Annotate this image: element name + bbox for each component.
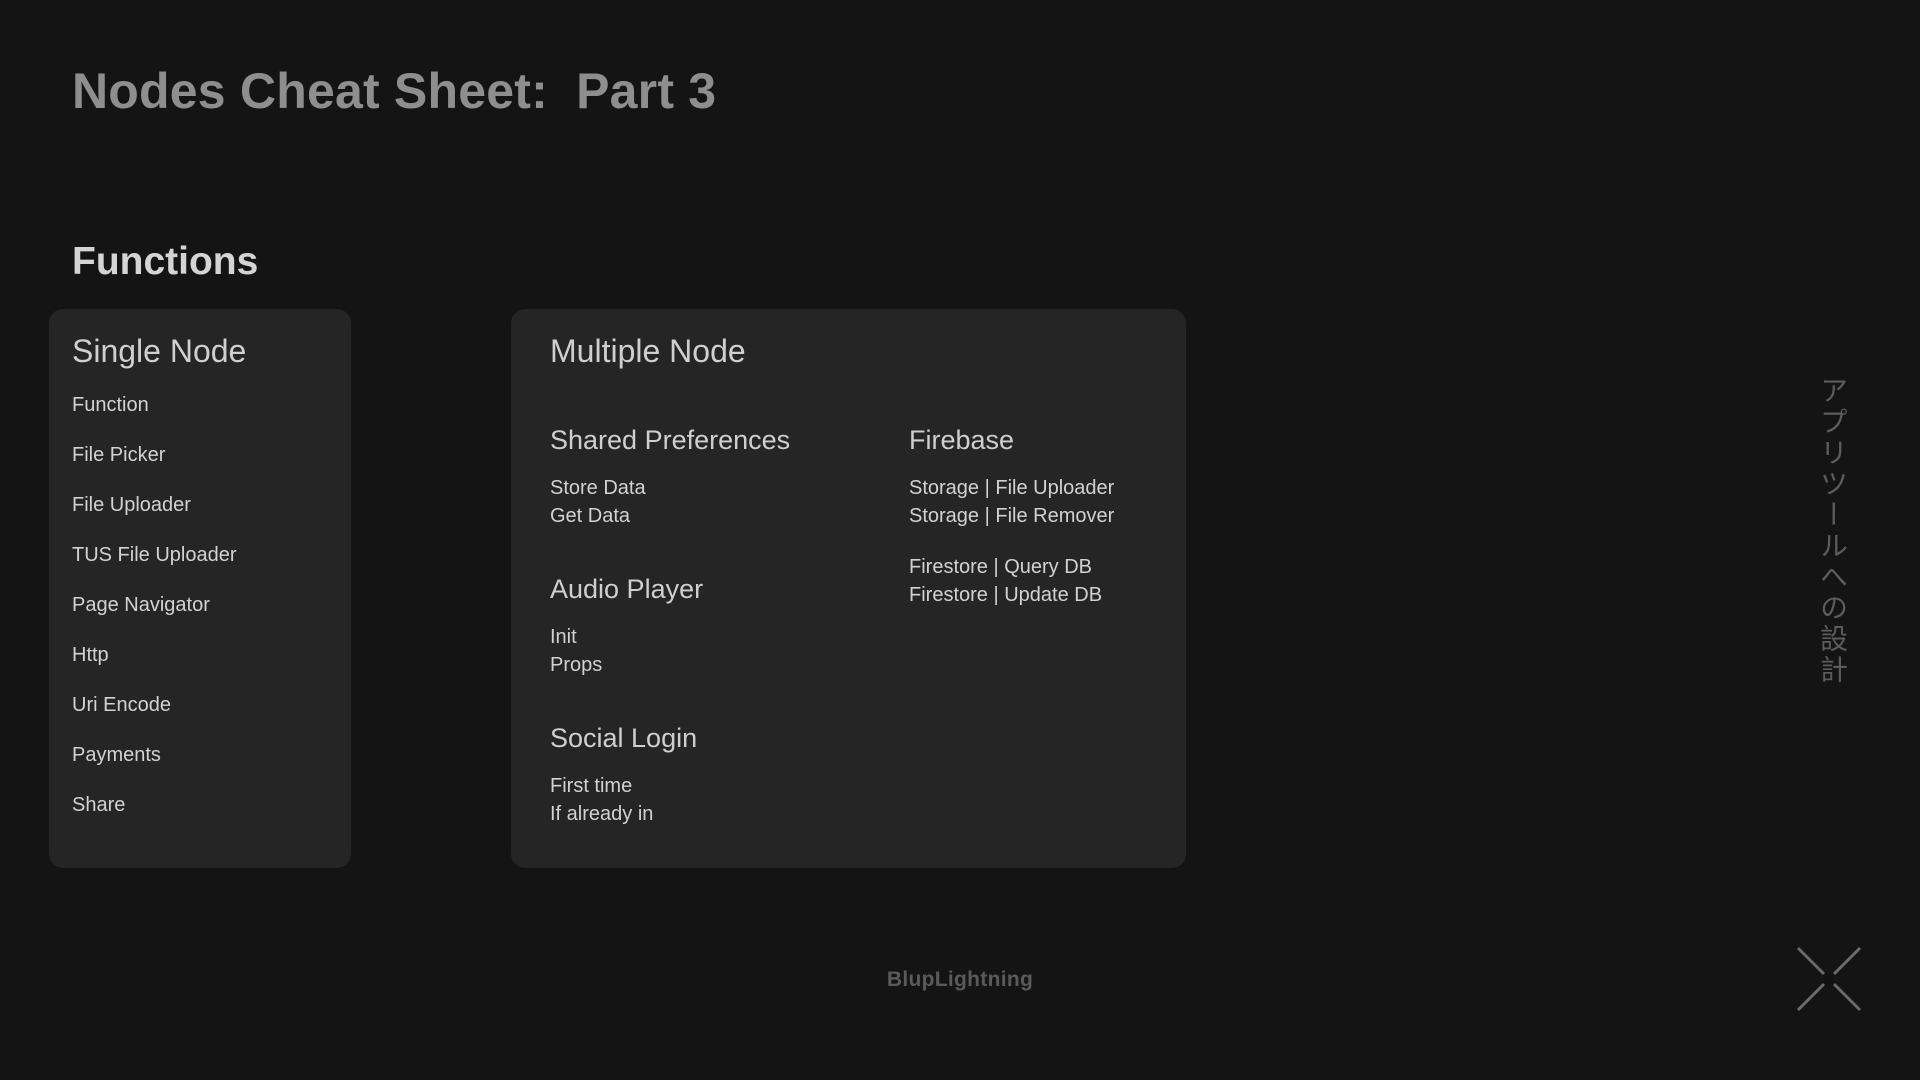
list-item: Get Data: [550, 505, 631, 527]
list-item: Page Navigator: [72, 594, 210, 616]
list-item: First time: [550, 775, 633, 797]
shared-preferences-title: Shared Preferences: [550, 425, 791, 455]
social-login-group: Social Login First time If already in: [550, 723, 697, 828]
list-item: Firestore | Update DB: [909, 584, 1103, 606]
list-item: Init: [550, 626, 577, 648]
list-item: File Picker: [72, 444, 166, 466]
list-item: Uri Encode: [72, 694, 171, 716]
audio-player-title: Audio Player: [550, 574, 704, 604]
list-item: Store Data: [550, 477, 646, 499]
firebase-title: Firebase: [909, 425, 1015, 455]
list-item: File Uploader: [72, 494, 191, 516]
page-title: Nodes Cheat Sheet: Part 3: [72, 63, 717, 119]
list-item: Http: [72, 644, 109, 666]
single-node-title: Single Node: [72, 333, 247, 369]
multiple-node-title: Multiple Node: [550, 333, 746, 369]
brand-logo: BlupLightning: [886, 968, 1034, 991]
vertical-side-text: アプリツールへの設計: [1816, 376, 1849, 686]
page: Nodes Cheat Sheet: Part 3 Functions Sing…: [0, 0, 1920, 1080]
list-item: TUS File Uploader: [72, 544, 237, 566]
list-item: Storage | File Remover: [909, 505, 1115, 527]
close-icon[interactable]: [1796, 946, 1862, 1012]
list-item: Share: [72, 794, 126, 816]
social-login-title: Social Login: [550, 723, 698, 753]
list-item: Props: [550, 654, 603, 676]
single-node-list: Function File Picker File Uploader TUS F…: [72, 392, 351, 842]
list-item: Payments: [72, 744, 161, 766]
firebase-group: Firebase Storage | File Uploader Storage…: [909, 425, 1114, 609]
list-item: Storage | File Uploader: [909, 477, 1115, 499]
list-item: Firestore | Query DB: [909, 556, 1093, 578]
section-title: Functions: [72, 240, 259, 283]
single-node-card: Single Node Function File Picker File Up…: [49, 309, 351, 868]
shared-preferences-group: Shared Preferences Store Data Get Data: [550, 425, 790, 530]
audio-player-group: Audio Player Init Props: [550, 574, 703, 679]
list-item: If already in: [550, 803, 654, 825]
list-item: Function: [72, 394, 149, 416]
multiple-node-card: Multiple Node Shared Preferences Store D…: [511, 309, 1186, 868]
